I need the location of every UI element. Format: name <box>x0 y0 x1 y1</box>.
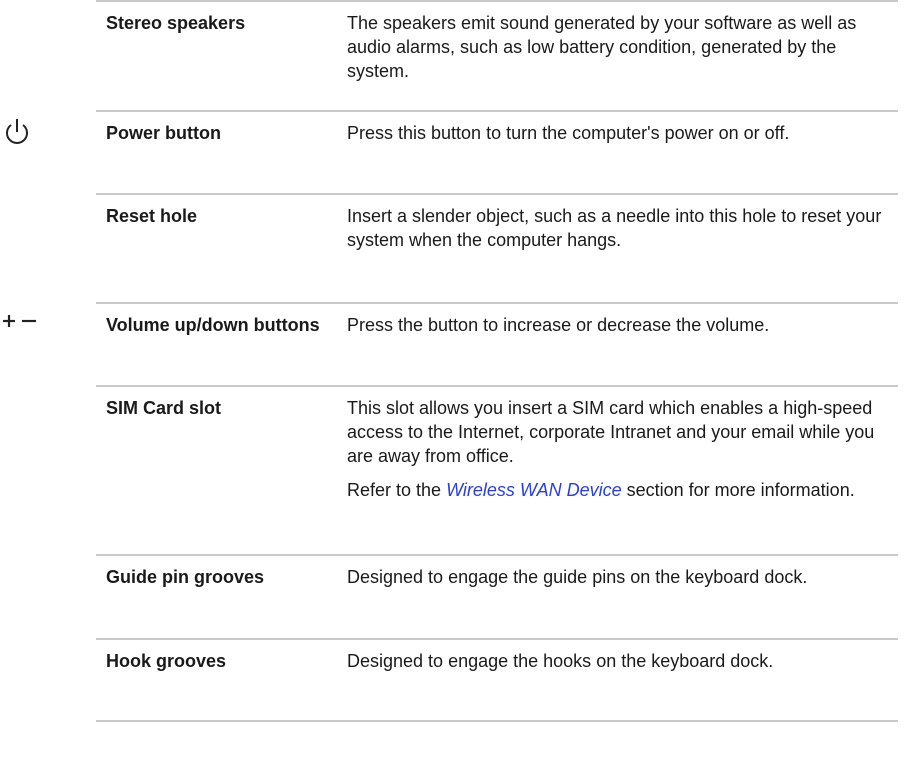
term-label: Power button <box>106 123 221 143</box>
term-label: Volume up/down buttons <box>106 315 320 335</box>
description-text: The speakers emit sound generated by you… <box>347 13 857 81</box>
table-row-power-button: Power button Press this button to turn t… <box>6 110 898 193</box>
description: Press this button to turn the computer's… <box>347 121 897 145</box>
description: Designed to engage the guide pins on the… <box>347 565 897 589</box>
table-row-volume-buttons: Volume up/down buttons Press the button … <box>3 302 898 385</box>
description: Designed to engage the hooks on the keyb… <box>347 649 897 673</box>
description: This slot allows you insert a SIM card w… <box>347 396 897 502</box>
term-label: Hook grooves <box>106 651 227 671</box>
description: Press the button to increase or decrease… <box>347 313 897 337</box>
component-table: Stereo speakers The speakers emit sound … <box>3 0 898 722</box>
description-text: Designed to engage the guide pins on the… <box>347 567 808 587</box>
reference-text: Refer to the Wireless WAN Device section… <box>347 478 897 502</box>
table-row-hook-grooves: Hook grooves Designed to engage the hook… <box>96 638 898 722</box>
term-label: Stereo speakers <box>106 13 246 33</box>
term-label: Guide pin grooves <box>106 567 265 587</box>
table-row-stereo-speakers: Stereo speakers The speakers emit sound … <box>96 0 898 110</box>
description-text: Press the button to increase or decrease… <box>347 315 770 335</box>
power-icon <box>6 119 28 144</box>
description-text: This slot allows you insert a SIM card w… <box>347 398 875 466</box>
table-row-sim-card-slot: SIM Card slot This slot allows you inser… <box>96 385 898 554</box>
description: The speakers emit sound generated by you… <box>347 11 897 83</box>
wireless-wan-device-link[interactable]: Wireless WAN Device <box>446 480 622 500</box>
description-text: Designed to engage the hooks on the keyb… <box>347 651 774 671</box>
reference-suffix: section for more information. <box>621 480 855 500</box>
description-text: Press this button to turn the computer's… <box>347 123 790 143</box>
term-label: SIM Card slot <box>106 398 222 418</box>
description-text: Insert a slender object, such as a needl… <box>347 206 882 250</box>
description: Insert a slender object, such as a needl… <box>347 204 897 252</box>
reference-prefix: Refer to the <box>347 480 447 500</box>
table-row-reset-hole: Reset hole Insert a slender object, such… <box>96 193 898 302</box>
table-row-guide-pin-grooves: Guide pin grooves Designed to engage the… <box>96 554 898 638</box>
term-label: Reset hole <box>106 206 198 226</box>
volume-plus-minus-icon <box>3 315 36 327</box>
